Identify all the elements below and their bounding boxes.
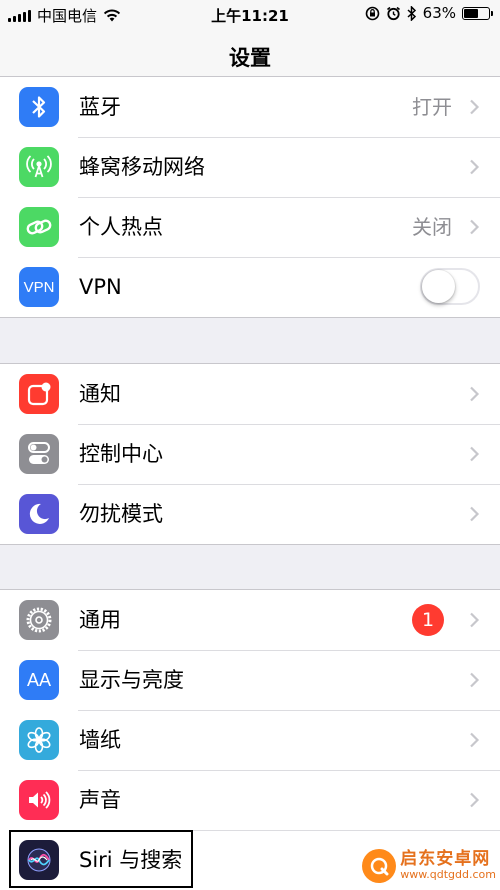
settings-row-label: 控制中心 [79,442,163,466]
bluetooth-icon [19,87,59,127]
top-bar: 中国电信 上午11:21 63% 设置 [0,0,500,87]
control-center-icon [19,434,59,474]
chevron-right-icon [470,446,480,462]
chevron-right-icon [470,159,480,175]
rotation-lock-icon [365,6,379,20]
settings-row-wallpaper[interactable]: 墙纸 [0,710,500,770]
chevron-right-icon [470,672,480,688]
chevron-right-icon [470,792,480,808]
settings-row-value: 关闭 [412,215,452,239]
vpn-icon: VPN [19,267,59,307]
status-bar: 中国电信 上午11:21 63% [0,0,500,28]
settings-row-label: 勿扰模式 [79,502,163,526]
settings-row-label: 蜂窝移动网络 [79,155,205,179]
chevron-right-icon [470,506,480,522]
settings-row-label: Siri 与搜索 [79,848,183,872]
settings-row-label: 蓝牙 [79,95,121,119]
chevron-right-icon [470,386,480,402]
settings-row-cellular[interactable]: 蜂窝移动网络 [0,137,500,197]
settings-row-control-center[interactable]: 控制中心 [0,424,500,484]
settings-row-label: 墙纸 [79,728,121,752]
watermark-url: www.qdtgdd.com [400,868,496,882]
settings-row-value: 打开 [412,95,452,119]
settings-row-display[interactable]: AA 显示与亮度 [0,650,500,710]
chevron-right-icon [470,732,480,748]
display-brightness-icon: AA [19,660,59,700]
hotspot-icon [19,207,59,247]
page-title: 设置 [229,46,271,70]
settings-row-notifications[interactable]: 通知 [0,364,500,424]
update-badge: 1 [412,604,444,636]
notifications-group: 通知 控制中心 勿扰模式 [0,363,500,545]
settings-row-label: VPN [79,275,122,299]
settings-row-label: 通用 [79,608,121,632]
cellular-icon [19,147,59,187]
chevron-right-icon [470,219,480,235]
settings-row-label: 显示与亮度 [79,668,184,692]
alarm-icon [386,6,400,20]
speaker-icon [19,780,59,820]
chevron-right-icon [470,612,480,628]
settings-row-vpn: VPN VPN [0,257,500,317]
bluetooth-status-icon [407,5,416,21]
watermark: 启东安卓网 www.qdtgdd.com [362,849,496,883]
settings-row-general[interactable]: 通用 1 [0,590,500,650]
gear-icon [19,600,59,640]
watermark-logo-icon [362,849,397,883]
vpn-toggle[interactable] [420,268,480,305]
settings-row-hotspot[interactable]: 个人热点 关闭 [0,197,500,257]
connectivity-group: 蓝牙 打开 蜂窝移动网络 个人热点 关闭 VPN VPN [0,76,500,318]
flower-icon [19,720,59,760]
general-group: 通用 1 AA 显示与亮度 墙纸 声音 Siri 与搜索 [0,589,500,890]
settings-row-bluetooth[interactable]: 蓝牙 打开 [0,77,500,137]
battery-percent: 63% [422,4,456,22]
battery-icon [462,6,493,20]
settings-row-label: 通知 [79,382,121,406]
chevron-right-icon [470,99,480,115]
notifications-icon [19,374,59,414]
toggle-knob [422,270,455,303]
moon-icon [19,494,59,534]
settings-row-label: 个人热点 [79,215,163,239]
settings-row-label: 声音 [79,788,121,812]
settings-row-do-not-disturb[interactable]: 勿扰模式 [0,484,500,544]
siri-icon [19,840,59,880]
watermark-title: 启东安卓网 [400,849,491,870]
settings-row-sounds[interactable]: 声音 [0,770,500,830]
